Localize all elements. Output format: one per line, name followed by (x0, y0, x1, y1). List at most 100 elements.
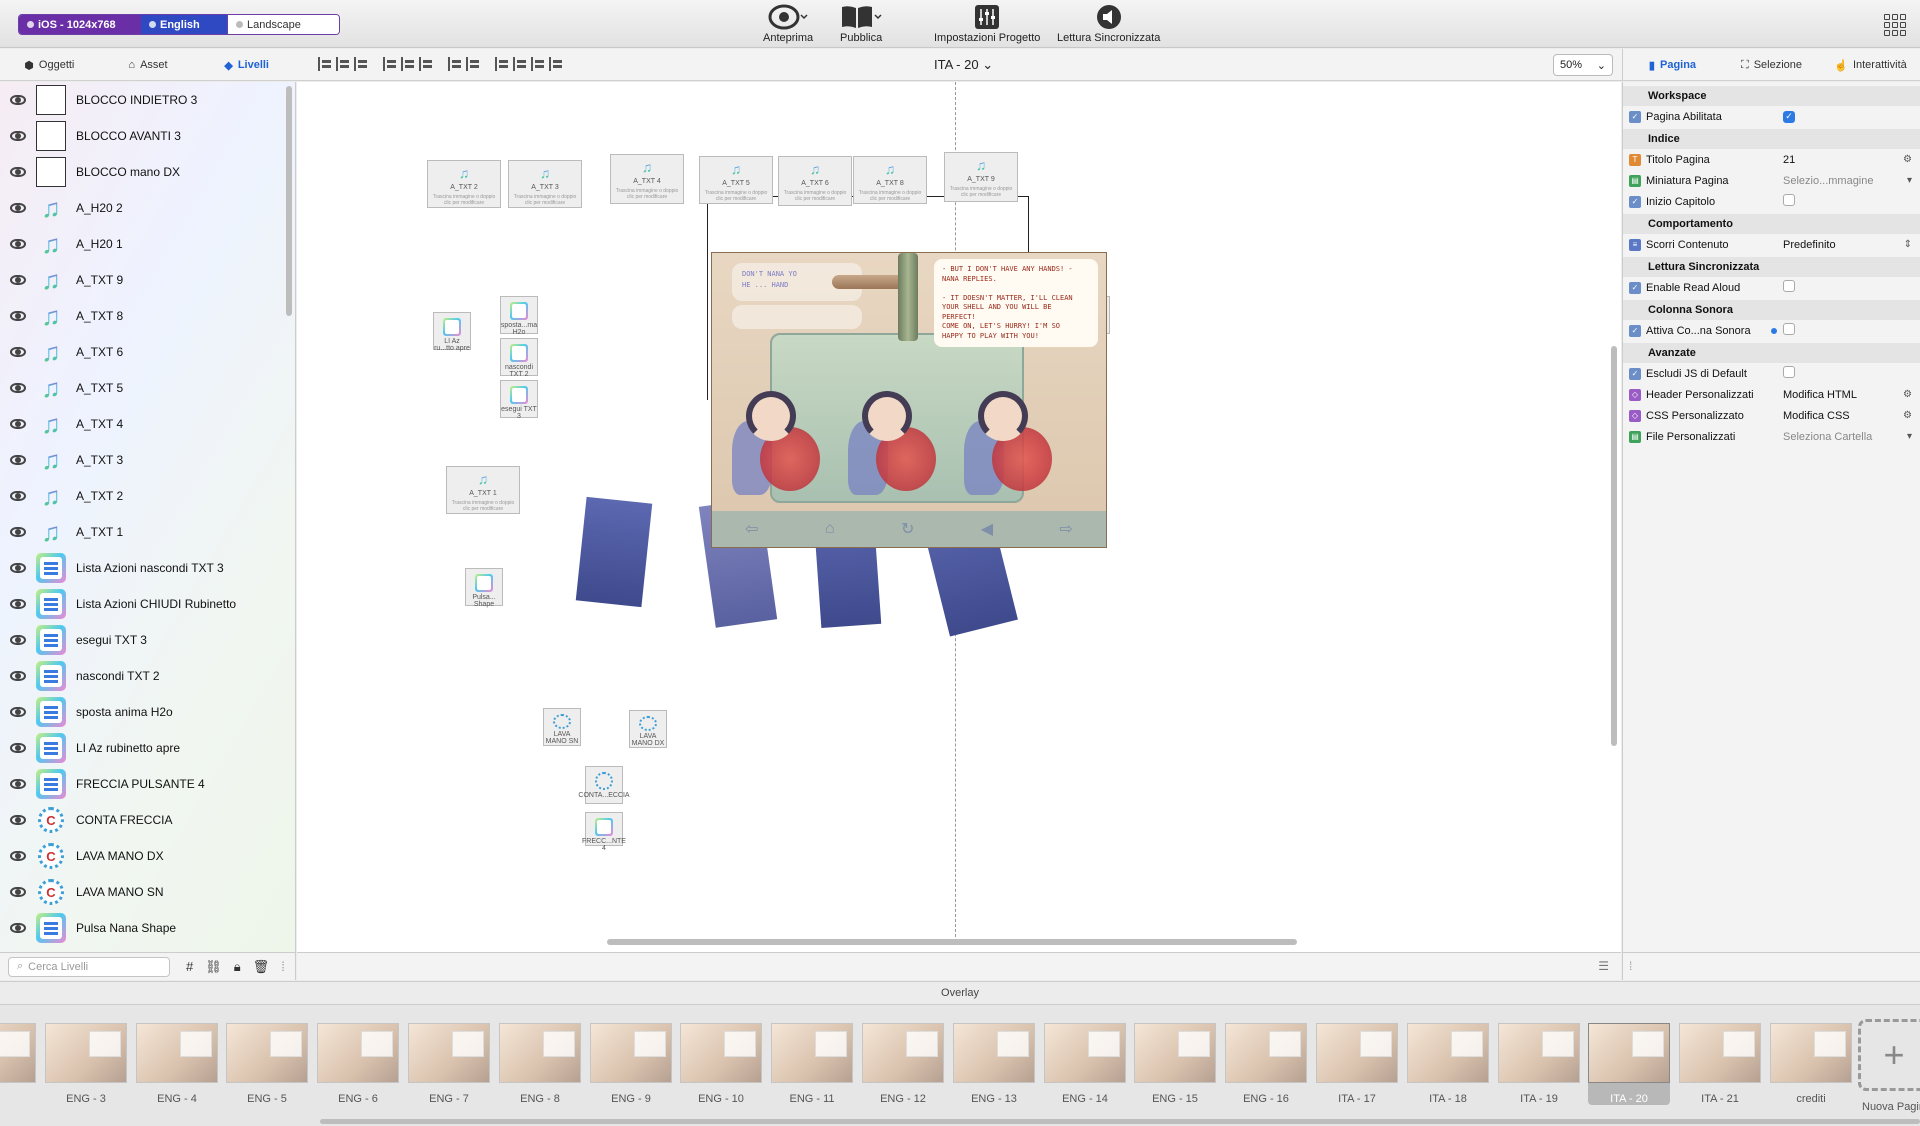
property-value[interactable]: Seleziona Cartella (1783, 431, 1872, 443)
page-thumbnail[interactable]: ENG - 14 (1044, 1023, 1126, 1105)
layer-row[interactable]: Pulsa Nana Shape (0, 910, 295, 946)
layer-row[interactable]: Lista Azioni nascondi TXT 3 (0, 550, 295, 586)
visibility-eye-icon[interactable] (10, 815, 26, 825)
gear-icon[interactable]: ⚙ (1903, 410, 1912, 421)
property-value[interactable]: Predefinito (1783, 239, 1836, 251)
layer-row[interactable]: ♫ A_H20 1 (0, 226, 295, 262)
align-vertical-group[interactable] (383, 57, 434, 71)
layer-row[interactable]: BLOCCO AVANTI 3 (0, 118, 295, 154)
visibility-eye-icon[interactable] (10, 707, 26, 717)
layer-row[interactable]: ♫ A_TXT 2 (0, 478, 295, 514)
chevron-down-icon[interactable]: ▾ (1907, 431, 1912, 442)
canvas-object-audio[interactable]: ♫ A_TXT 5 Trascina immagine o doppio clic … (699, 156, 773, 204)
layer-row[interactable]: esegui TXT 3 (0, 622, 295, 658)
layer-row[interactable]: ♫ A_TXT 8 (0, 298, 295, 334)
property-checkbox[interactable] (1783, 280, 1795, 292)
lock-icon[interactable]: 🔒︎ (234, 959, 241, 975)
visibility-eye-icon[interactable] (10, 239, 26, 249)
language-badge[interactable]: English (141, 15, 227, 34)
page-thumbnail[interactable]: ITA - 19 (1498, 1023, 1580, 1105)
visibility-eye-icon[interactable] (10, 743, 26, 753)
page-thumbnail[interactable]: ENG - 5 (226, 1023, 308, 1105)
page-thumbnail[interactable]: ENG - 11 (771, 1023, 853, 1105)
tab-assets[interactable]: ⌂ Asset (99, 49, 198, 81)
visibility-eye-icon[interactable] (10, 455, 26, 465)
new-page-button[interactable]: + (1858, 1019, 1920, 1091)
layer-row[interactable]: C CONTA FRECCIA (0, 802, 295, 838)
resize-handle-icon[interactable]: ⁞ (281, 959, 285, 975)
search-input[interactable]: ⌕ Cerca Livelli (8, 956, 170, 977)
apps-grid-icon[interactable] (1884, 14, 1906, 36)
page-thumbnail[interactable]: ITA - 17 (1316, 1023, 1398, 1105)
property-checkbox[interactable] (1783, 194, 1795, 206)
page-canvas[interactable]: ♫ A_TXT 2 Trascina immagine o doppio clic … (297, 82, 1621, 952)
layer-row[interactable]: sposta anima H2o (0, 694, 295, 730)
layer-row[interactable]: ♫ A_TXT 9 (0, 262, 295, 298)
speaker-icon[interactable]: ◀ (981, 519, 993, 539)
link-icon[interactable]: ⛓ (205, 959, 222, 975)
read-aloud-button[interactable]: Lettura Sincronizzata (1057, 2, 1160, 44)
property-value[interactable] (1783, 194, 1795, 209)
layer-row[interactable]: BLOCCO INDIETRO 3 (0, 82, 295, 118)
visibility-eye-icon[interactable] (10, 563, 26, 573)
layer-row[interactable]: ♫ A_TXT 1 (0, 514, 295, 550)
visibility-eye-icon[interactable] (10, 167, 26, 177)
forward-arrow-icon[interactable]: ⇨ (1059, 519, 1072, 539)
page-thumbnail[interactable]: ENG - 10 (680, 1023, 762, 1105)
page-thumbnail[interactable]: ENG - 13 (953, 1023, 1035, 1105)
layer-row[interactable]: C LAVA MANO SN (0, 874, 295, 910)
publish-button[interactable]: Pubblica (840, 2, 882, 44)
visibility-eye-icon[interactable] (10, 131, 26, 141)
visibility-eye-icon[interactable] (10, 779, 26, 789)
canvas-object-audio[interactable]: ♫ A_TXT 8 Trascina immagine o doppio clic … (853, 156, 927, 204)
home-icon[interactable]: ⌂ (825, 520, 835, 538)
page-artwork[interactable]: DON'T NANA YO HE ... HAND - BUT I DON'T … (711, 252, 1107, 548)
canvas-object-audio[interactable]: ♫ A_TXT 2 Trascina immagine o doppio clic … (427, 160, 501, 208)
resize-handle-icon[interactable]: ⁞ (1629, 959, 1632, 973)
device-badge[interactable]: iOS - 1024x768 (19, 15, 141, 34)
tab-selection[interactable]: ⛶ Selezione (1722, 49, 1821, 81)
canvas-vertical-scrollbar[interactable] (1611, 346, 1617, 746)
property-value[interactable]: Modifica CSS (1783, 410, 1850, 422)
distribute-group[interactable] (448, 57, 481, 71)
gear-icon[interactable]: ⚙ (1903, 389, 1912, 400)
visibility-eye-icon[interactable] (10, 383, 26, 393)
project-settings-button[interactable]: Impostazioni Progetto (934, 2, 1040, 44)
layer-row[interactable]: ♫ A_TXT 3 (0, 442, 295, 478)
canvas-object-counter[interactable]: CONTA...ECCIA (578, 766, 630, 804)
page-title-selector[interactable]: ITA - 20 ⌄ (934, 57, 993, 73)
orientation-badge[interactable]: Landscape (227, 15, 339, 34)
back-arrow-icon[interactable]: ⇦ (745, 519, 758, 539)
page-thumbnail[interactable]: ITA - 21 (1679, 1023, 1761, 1105)
layer-row[interactable]: Lista Azioni CHIUDI Rubinetto (0, 586, 295, 622)
tab-objects[interactable]: ⬢ Oggetti (0, 49, 99, 81)
zoom-select[interactable]: 50% ⌄ (1553, 54, 1613, 76)
canvas-object-action[interactable]: nascondi TXT 2 (500, 338, 538, 378)
property-value[interactable]: Selezio...mmagine (1783, 175, 1874, 187)
visibility-eye-icon[interactable] (10, 527, 26, 537)
page-thumbnail[interactable]: ENG - 4 (136, 1023, 218, 1105)
visibility-eye-icon[interactable] (10, 599, 26, 609)
layer-row[interactable]: ♫ A_H20 2 (0, 190, 295, 226)
chevron-down-icon[interactable]: ▾ (1907, 175, 1912, 186)
canvas-object-audio[interactable]: ♫ A_TXT 3 Trascina immagine o doppio clic … (508, 160, 582, 208)
page-thumbnail[interactable]: ITA - 20 (1588, 1023, 1670, 1105)
visibility-eye-icon[interactable] (10, 851, 26, 861)
canvas-object-action[interactable]: Pulsa... Shape (465, 568, 503, 608)
visibility-eye-icon[interactable] (10, 95, 26, 105)
visibility-eye-icon[interactable] (10, 671, 26, 681)
layers-scrollbar[interactable] (286, 86, 292, 316)
layer-row[interactable]: ♫ A_TXT 5 (0, 370, 295, 406)
page-thumbnail[interactable]: ENG - 8 (499, 1023, 581, 1105)
page-thumbnail[interactable]: ENG - 6 (317, 1023, 399, 1105)
menu-icon[interactable]: ☰ (1598, 959, 1609, 973)
visibility-eye-icon[interactable] (10, 635, 26, 645)
visibility-eye-icon[interactable] (10, 275, 26, 285)
canvas-object-action[interactable]: LI Az ru...tto apre (433, 312, 471, 352)
arrange-group[interactable] (495, 57, 564, 71)
page-thumbnail[interactable]: ENG - 9 (590, 1023, 672, 1105)
page-thumbnail[interactable]: ENG - 16 (1225, 1023, 1307, 1105)
overlay-bar[interactable]: Overlay (0, 981, 1920, 1003)
visibility-eye-icon[interactable] (10, 347, 26, 357)
page-thumbnail[interactable]: ENG - 15 (1134, 1023, 1216, 1105)
